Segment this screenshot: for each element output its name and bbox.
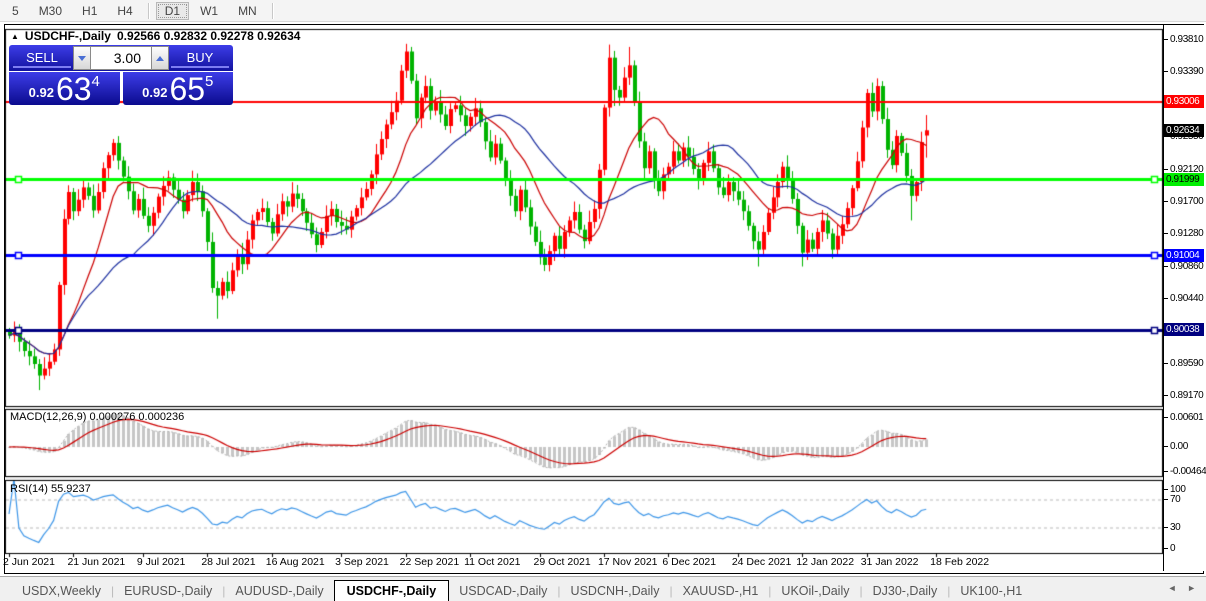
- rsi-axis-label: 30: [1164, 521, 1204, 534]
- timeframe-button-d1[interactable]: D1: [155, 1, 190, 20]
- timeframe-button-h1[interactable]: H1: [73, 2, 106, 20]
- timeframe-button-m30[interactable]: M30: [30, 2, 71, 20]
- one-click-trading-panel: SELL 3.00 BUY 0.92 63 4 0.92 65 5: [9, 45, 233, 105]
- price-badge: 0.90038: [1164, 323, 1204, 337]
- price-axis[interactable]: 0.938100.933900.929700.925500.921200.917…: [1163, 25, 1206, 571]
- price-badge: 0.91999: [1164, 172, 1204, 186]
- collapse-triangle-icon[interactable]: ▲: [11, 32, 19, 41]
- date-tick-label: 3 Sep 2021: [335, 556, 389, 568]
- trade-panel-top: SELL 3.00 BUY: [9, 45, 233, 71]
- rsi-axis-label: 70: [1164, 493, 1204, 506]
- price-tick-label: 0.93810: [1164, 33, 1204, 46]
- timeframe-button-h4[interactable]: H4: [108, 2, 141, 20]
- tab-scroll-icons[interactable]: ◄ ►: [1168, 583, 1200, 593]
- macd-axis-label: 0.00601: [1164, 411, 1204, 424]
- toolbar-separator: [271, 2, 274, 19]
- volume-decrease-button[interactable]: [73, 46, 91, 70]
- ohlc-values: 0.92566 0.92832 0.92278 0.92634: [116, 29, 301, 43]
- date-tick-label: 12 Jan 2022: [796, 556, 855, 568]
- date-tick-label: 31 Jan 2022: [860, 556, 919, 568]
- chart-tab-usdcnh-daily[interactable]: USDCNH-,Daily: [561, 581, 670, 601]
- trading-platform: { "toolbar":{"timeframes":[ {"label":"5"…: [0, 0, 1206, 601]
- macd-label: MACD(12,26,9) 0.000276 0.000236: [10, 411, 185, 423]
- chart-title: ▲ USDCHF-,Daily 0.92566 0.92832 0.92278 …: [11, 29, 300, 43]
- price-tick-label: 0.90440: [1164, 292, 1204, 305]
- price-badge: 0.91004: [1164, 248, 1204, 262]
- date-tick-label: 11 Oct 2021: [464, 556, 521, 568]
- price-tick-label: 0.91280: [1164, 227, 1204, 240]
- price-badge: 0.92634: [1164, 123, 1204, 137]
- rsi-label: RSI(14) 55.9237: [10, 483, 91, 495]
- price-tick-label: 0.93390: [1164, 65, 1204, 78]
- chart-tab-bar: USDX,Weekly | EURUSD-,Daily | AUDUSD-,Daily U…: [0, 576, 1206, 601]
- macd-axis-label: -0.00464: [1164, 465, 1206, 478]
- chart-tab-usdcad-daily[interactable]: USDCAD-,Daily: [449, 581, 557, 601]
- chart-tab-usdchf-daily[interactable]: USDCHF-,Daily: [333, 580, 450, 601]
- timeframe-button-5[interactable]: 5: [3, 2, 28, 20]
- volume-input[interactable]: 3.00: [91, 46, 151, 70]
- date-tick-label: 21 Jun 2021: [67, 556, 126, 568]
- volume-spinner: 3.00: [73, 46, 169, 70]
- date-tick-label: 9 Jul 2021: [136, 556, 186, 568]
- trade-panel-bottom: 0.92 63 4 0.92 65 5: [9, 72, 233, 105]
- chart-tab-usdx-weekly[interactable]: USDX,Weekly: [12, 581, 111, 601]
- price-tick-label: 0.89590: [1164, 357, 1204, 370]
- date-tick-label: 18 Feb 2022: [930, 556, 990, 568]
- chart-tab-audusd-daily[interactable]: AUDUSD-,Daily: [225, 581, 333, 601]
- date-tick-label: 28 Jul 2021: [201, 556, 256, 568]
- chart-tab-eurusd-daily[interactable]: EURUSD-,Daily: [114, 581, 222, 601]
- triangle-down-icon: [78, 55, 86, 61]
- price-tick-label: 0.91700: [1164, 195, 1204, 208]
- rsi-axis-label: 0: [1164, 542, 1204, 555]
- chart-tab-dj30-daily[interactable]: DJ30-,Daily: [863, 581, 948, 601]
- price-badge: 0.93006: [1164, 95, 1204, 109]
- buy-price[interactable]: 0.92 65 5: [122, 72, 233, 105]
- timeframe-button-mn[interactable]: MN: [229, 2, 266, 20]
- chart-tab-ukoil-daily[interactable]: UKOil-,Daily: [771, 581, 859, 601]
- date-tick-label: 6 Dec 2021: [662, 556, 717, 568]
- price-tick-label: 0.89170: [1164, 389, 1204, 402]
- date-tick-label: 2 Jun 2021: [3, 556, 55, 568]
- symbol-period-label: USDCHF-,Daily: [24, 29, 111, 43]
- triangle-up-icon: [156, 55, 164, 61]
- timeframe-toolbar: 5 M30 H1 H4 D1 W1 MN: [0, 0, 1206, 22]
- macd-axis-label: 0.00: [1164, 440, 1204, 453]
- date-tick-label: 24 Dec 2021: [731, 556, 792, 568]
- chart-tab-uk100-h1[interactable]: UK100-,H1: [950, 581, 1032, 601]
- volume-increase-button[interactable]: [151, 46, 169, 70]
- date-tick-label: 22 Sep 2021: [399, 556, 460, 568]
- sell-button[interactable]: SELL: [13, 48, 71, 68]
- date-tick-label: 29 Oct 2021: [533, 556, 591, 568]
- timeframe-button-w1[interactable]: W1: [191, 2, 227, 20]
- date-tick-label: 16 Aug 2021: [265, 556, 325, 568]
- toolbar-separator: [147, 2, 150, 19]
- chart-tab-xauusd-h1[interactable]: XAUUSD-,H1: [673, 581, 769, 601]
- chart-window: ▲ USDCHF-,Daily 0.92566 0.92832 0.92278 …: [3, 24, 1206, 574]
- sell-price[interactable]: 0.92 63 4: [9, 72, 120, 105]
- buy-button[interactable]: BUY: [171, 48, 229, 68]
- date-tick-label: 17 Nov 2021: [597, 556, 658, 568]
